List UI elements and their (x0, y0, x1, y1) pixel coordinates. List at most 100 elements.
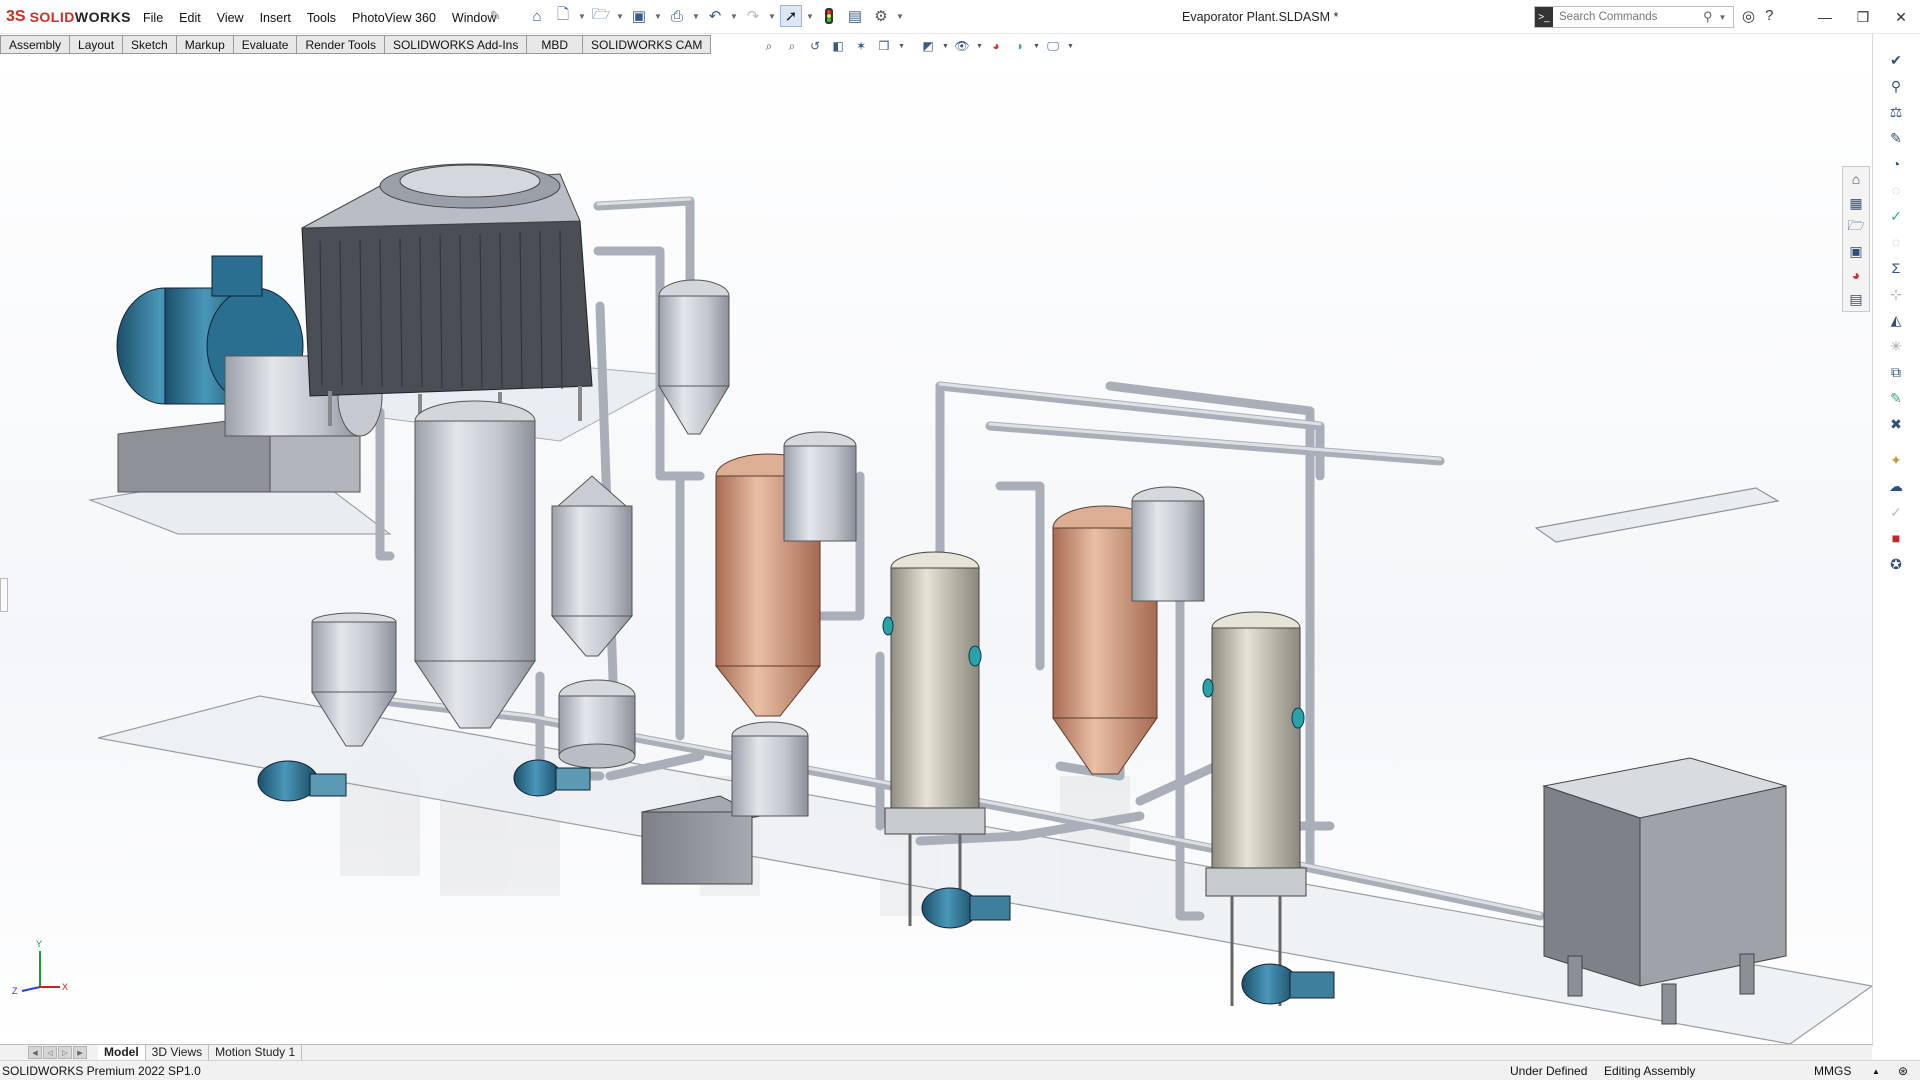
dynamic-annotation-icon[interactable]: ✶ (852, 38, 870, 54)
tab-markup[interactable]: Markup (176, 35, 234, 54)
pin-menu-icon[interactable]: ✎ (490, 8, 501, 24)
chevron-down-icon[interactable]: ▼ (942, 43, 949, 50)
edit-scene-icon[interactable]: ☁ (1885, 476, 1907, 496)
tab-3d-views[interactable]: 3D Views (146, 1045, 210, 1060)
tab-model[interactable]: Model (98, 1045, 146, 1060)
tab-layout[interactable]: Layout (70, 35, 124, 54)
minimize-icon[interactable]: — (1806, 0, 1844, 34)
clearance-icon[interactable]: ◌ (1885, 232, 1907, 252)
chevron-down-icon[interactable]: ▼ (976, 43, 983, 50)
mass-properties-icon[interactable]: ⚖ (1885, 102, 1907, 122)
solidworks-logo[interactable]: 3S SOLIDWORKS (6, 7, 131, 27)
edit-component-icon[interactable]: ✎ (1885, 128, 1907, 148)
measure-icon[interactable]: ⚲ (1885, 76, 1907, 96)
redo-icon[interactable]: ↷ (742, 5, 764, 27)
section-properties-icon[interactable]: ◭ (1885, 310, 1907, 330)
compare-icon[interactable]: ⧉ (1885, 362, 1907, 382)
chevron-down-icon[interactable]: ▼ (654, 12, 662, 21)
zoom-to-area-icon[interactable]: ⌕ (783, 38, 801, 54)
render-icon[interactable]: ✦ (1885, 450, 1907, 470)
menu-photoview[interactable]: PhotoView 360 (344, 8, 444, 28)
notifications-icon[interactable]: ⊛ (1898, 1064, 1908, 1078)
interference-icon[interactable]: ◌ (1885, 180, 1907, 200)
first-tab-icon[interactable]: ◀ (28, 1046, 42, 1059)
sensor-icon[interactable]: ✳ (1885, 336, 1907, 356)
verify-icon[interactable]: ✓ (1885, 502, 1907, 522)
tab-solidworks-cam[interactable]: SOLIDWORKS CAM (583, 35, 712, 54)
display-style-icon[interactable]: ◩ (919, 38, 937, 54)
menu-file[interactable]: File (135, 8, 171, 28)
open-folder-icon[interactable]: 🗁 (590, 5, 612, 27)
chevron-down-icon[interactable]: ▼ (1719, 13, 1727, 22)
design-library-icon[interactable]: ▦ (1843, 191, 1869, 215)
chevron-down-icon[interactable]: ▼ (898, 43, 905, 50)
performance-icon[interactable]: ◔ (1885, 154, 1907, 174)
delete-icon[interactable]: ✖ (1885, 414, 1907, 434)
search-icon[interactable]: ⚲ (1703, 9, 1713, 25)
tab-sketch[interactable]: Sketch (123, 35, 177, 54)
tab-mbd[interactable]: MBD (527, 35, 583, 54)
chevron-down-icon[interactable]: ▼ (578, 12, 586, 21)
view-settings-icon[interactable]: 🖵 (1044, 38, 1062, 54)
search-input[interactable] (1557, 10, 1701, 24)
search-commands-box[interactable]: >_ ⚲ ▼ (1534, 6, 1734, 28)
hole-alignment-icon[interactable]: ⊹ (1885, 284, 1907, 304)
chevron-down-icon[interactable]: ▼ (692, 12, 700, 21)
user-account-icon[interactable]: ◎ (1742, 7, 1755, 25)
zoom-to-fit-icon[interactable]: ⌕ (760, 38, 778, 54)
chevron-down-icon[interactable]: ▼ (1033, 43, 1040, 50)
appearances-icon[interactable]: ◕ (1843, 263, 1869, 287)
home-icon[interactable]: ⌂ (526, 5, 548, 27)
undo-icon[interactable]: ↶ (704, 5, 726, 27)
chevron-down-icon[interactable]: ▼ (806, 12, 814, 21)
settings-icon[interactable]: ✪ (1885, 554, 1907, 574)
secondary-separator[interactable] (550, 475, 636, 769)
view-orientation-icon[interactable]: ❒ (875, 38, 893, 54)
chevron-up-icon[interactable]: ▲ (1872, 1067, 1880, 1076)
hide-show-items-icon[interactable]: 👁 (953, 38, 971, 54)
restore-icon[interactable]: ❐ (1844, 0, 1882, 34)
units-selector[interactable]: MMGS (1814, 1064, 1851, 1078)
chevron-down-icon[interactable]: ▼ (616, 12, 624, 21)
product-tank[interactable] (1542, 757, 1787, 1025)
chevron-down-icon[interactable]: ▼ (1067, 43, 1074, 50)
print-icon[interactable]: ⎙ (666, 5, 688, 27)
file-explorer-icon[interactable]: 🗁 (1843, 215, 1869, 239)
tray-plate[interactable] (1534, 487, 1780, 543)
options-gear-icon[interactable]: ⚙ (870, 5, 892, 27)
search-scope-icon[interactable]: >_ (1535, 7, 1553, 27)
previous-view-icon[interactable]: ↺ (806, 38, 824, 54)
spell-check-icon[interactable]: ✔ (1885, 50, 1907, 70)
menu-edit[interactable]: Edit (171, 8, 209, 28)
prev-tab-icon[interactable]: ◁ (43, 1046, 57, 1059)
close-icon[interactable]: ✕ (1882, 0, 1920, 34)
main-evaporator-vessel[interactable] (414, 400, 536, 729)
graphics-area[interactable]: Y X Z ⌂ ▦ 🗁 ▣ ◕ ▤ (0, 56, 1872, 1044)
chevron-down-icon[interactable]: ▼ (768, 12, 776, 21)
color-icon[interactable]: ■ (1885, 528, 1907, 548)
traffic-light-icon[interactable] (818, 5, 840, 27)
tab-evaluate[interactable]: Evaluate (233, 35, 298, 54)
next-tab-icon[interactable]: ▷ (58, 1046, 72, 1059)
assembly-model-view[interactable]: Y X Z (0, 56, 1872, 1044)
solidworks-resources-icon[interactable]: ⌂ (1843, 167, 1869, 191)
assembly-visualization-icon[interactable]: ✎ (1885, 388, 1907, 408)
file-properties-icon[interactable]: ▤ (844, 5, 866, 27)
sum-icon[interactable]: Σ (1885, 258, 1907, 278)
edit-appearance-icon[interactable]: ◕ (987, 38, 1005, 54)
help-icon[interactable]: ? (1765, 7, 1773, 25)
tab-render-tools[interactable]: Render Tools (297, 35, 385, 54)
menu-view[interactable]: View (209, 8, 252, 28)
tab-solidworks-add-ins[interactable]: SOLIDWORKS Add-Ins (384, 35, 528, 54)
feature-tree-flyout-handle[interactable] (0, 578, 8, 612)
copper-evaporator-1[interactable] (714, 431, 857, 817)
apply-scene-icon[interactable]: ◑ (1010, 38, 1028, 54)
check-icon[interactable]: ✓ (1885, 206, 1907, 226)
new-document-icon[interactable]: 🗋 (552, 5, 574, 27)
menu-tools[interactable]: Tools (299, 8, 344, 28)
save-icon[interactable]: ▣ (628, 5, 650, 27)
menu-insert[interactable]: Insert (252, 8, 299, 28)
last-tab-icon[interactable]: ▶ (73, 1046, 87, 1059)
pump-4[interactable] (1241, 963, 1335, 1005)
chevron-down-icon[interactable]: ▼ (896, 12, 904, 21)
